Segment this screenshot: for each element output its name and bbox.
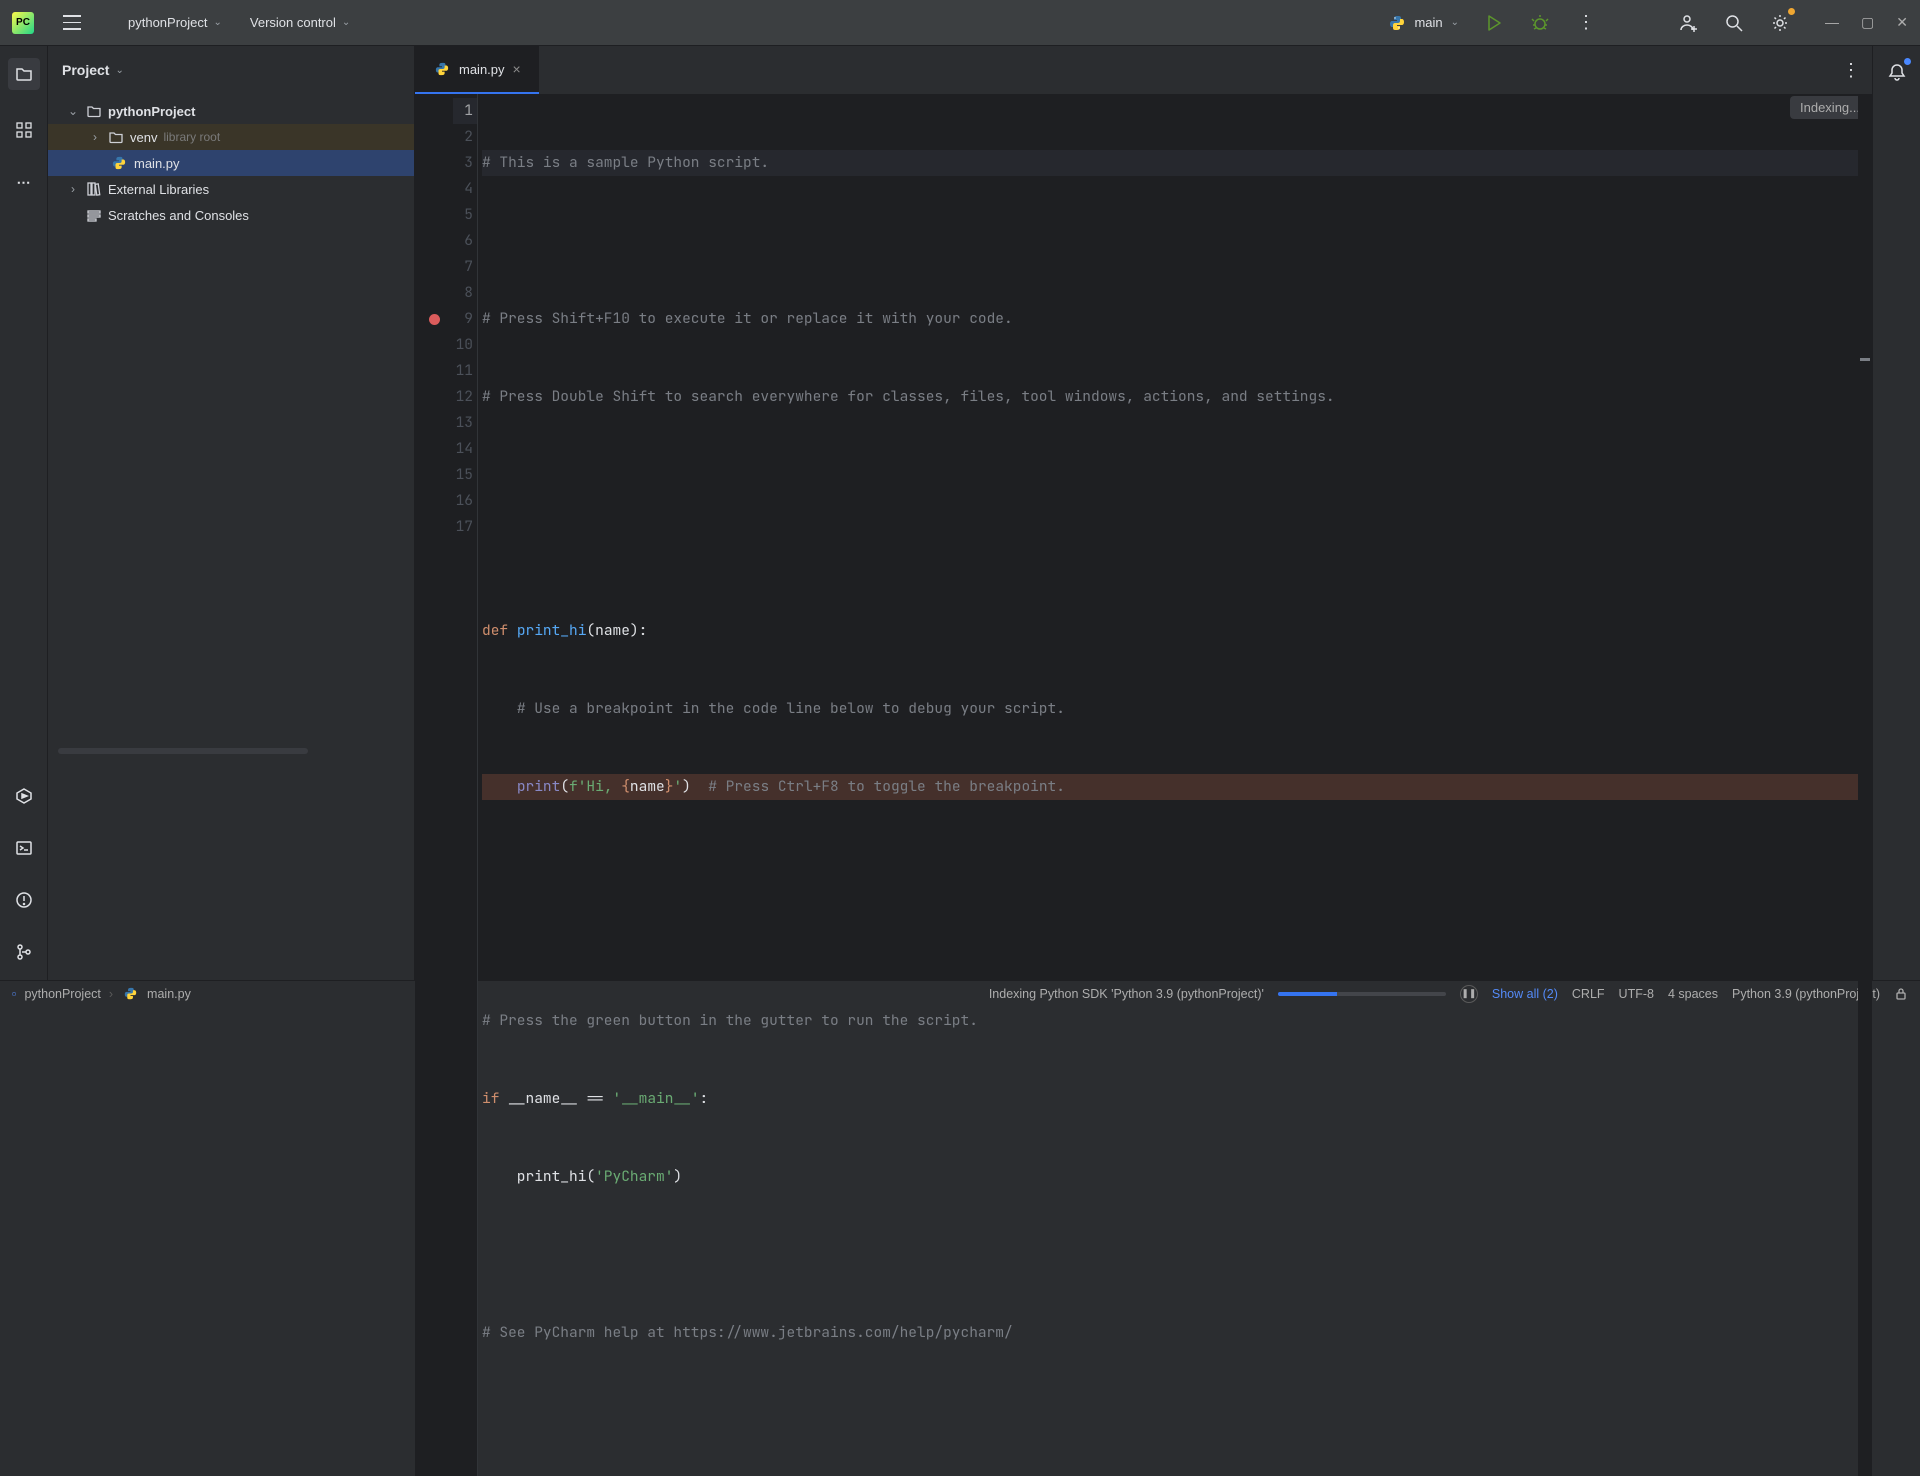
python-icon	[433, 60, 451, 78]
tree-main-py-file[interactable]: main.py	[48, 150, 414, 176]
line-numbers-gutter[interactable]: 1 2 3 4 5 6 7 8 9 10 11 12 13 14 15 16 1…	[453, 94, 478, 1476]
run-button[interactable]	[1479, 8, 1509, 38]
breadcrumb-square-icon: ▫	[12, 987, 16, 1001]
chevron-down-icon: ⌄	[115, 65, 123, 76]
version-control-label: Version control	[250, 15, 336, 30]
run-config-name: main	[1414, 15, 1442, 30]
tree-venv-folder[interactable]: › venv library root	[48, 124, 414, 150]
navigation-breadcrumb[interactable]: ▫ pythonProject › main.py	[12, 985, 191, 1003]
code-with-me-button[interactable]	[1673, 8, 1703, 38]
python-icon	[110, 154, 128, 172]
project-tool-window: Project ⌄ ⌄ pythonProject › venv library…	[48, 46, 415, 980]
tree-venv-label: venv	[130, 130, 157, 145]
problems-tool-button[interactable]	[12, 888, 36, 912]
more-tool-windows-button[interactable]: ⋯	[12, 170, 36, 194]
search-everywhere-button[interactable]	[1719, 8, 1749, 38]
run-configuration-selector[interactable]: main ⌄	[1388, 14, 1463, 32]
version-control-tool-button[interactable]	[12, 940, 36, 964]
gutter-icons[interactable]	[415, 94, 453, 1476]
version-control-dropdown[interactable]: Version control ⌄	[240, 11, 360, 34]
tab-label: main.py	[459, 62, 505, 77]
tab-main-py[interactable]: main.py ×	[415, 46, 539, 94]
right-tool-stripe	[1872, 46, 1920, 980]
chevron-down-icon: ⌄	[1451, 17, 1459, 28]
left-tool-stripe: ⋯	[0, 46, 48, 980]
folder-icon	[86, 103, 102, 119]
breakpoint-marker[interactable]	[429, 314, 440, 325]
chevron-down-icon: ⌄	[342, 17, 350, 28]
project-panel-title: Project	[62, 62, 109, 78]
python-icon	[1388, 14, 1406, 32]
breadcrumb-project: pythonProject	[24, 987, 100, 1001]
more-actions-button[interactable]: ⋮	[1571, 8, 1601, 38]
project-panel-header[interactable]: Project ⌄	[48, 46, 414, 94]
terminal-tool-button[interactable]	[12, 836, 36, 860]
scratches-icon	[86, 207, 102, 223]
tree-scratches[interactable]: › Scratches and Consoles	[48, 202, 414, 228]
notifications-button[interactable]	[1885, 60, 1909, 84]
folder-icon	[108, 129, 124, 145]
overview-ruler[interactable]	[1858, 94, 1872, 1476]
tree-venv-note: library root	[163, 130, 220, 144]
tree-scratches-label: Scratches and Consoles	[108, 208, 249, 223]
editor-more-actions-button[interactable]: ⋮	[1842, 60, 1860, 81]
tree-root-label: pythonProject	[108, 104, 195, 119]
expand-icon[interactable]: ›	[88, 130, 102, 144]
python-icon	[121, 985, 139, 1003]
breadcrumb-separator-icon: ›	[109, 987, 113, 1001]
main-menu-icon[interactable]	[58, 9, 86, 37]
collapse-icon[interactable]: ⌄	[66, 104, 80, 118]
tree-external-libs-label: External Libraries	[108, 182, 209, 197]
editor-tabs: main.py × ⋮	[415, 46, 1872, 94]
breadcrumb-file: main.py	[147, 987, 191, 1001]
tree-external-libraries[interactable]: › External Libraries	[48, 176, 414, 202]
project-tree: ⌄ pythonProject › venv library root main…	[48, 94, 414, 232]
structure-tool-button[interactable]	[12, 118, 36, 142]
project-tool-button[interactable]	[8, 58, 40, 90]
debug-button[interactable]	[1525, 8, 1555, 38]
horizontal-scrollbar[interactable]	[58, 748, 308, 754]
close-window-button[interactable]: ✕	[1896, 14, 1908, 31]
maximize-window-button[interactable]: ▢	[1861, 14, 1874, 31]
minimize-window-button[interactable]: —	[1825, 14, 1839, 31]
titlebar: PC pythonProject ⌄ Version control ⌄ mai…	[0, 0, 1920, 46]
editor-area: main.py × ⋮ Indexing... 1 2 3 4 5 6 7 8 …	[415, 46, 1872, 980]
tree-project-root[interactable]: ⌄ pythonProject	[48, 98, 414, 124]
code-editor[interactable]: 1 2 3 4 5 6 7 8 9 10 11 12 13 14 15 16 1…	[415, 94, 1872, 1476]
readonly-lock-icon[interactable]	[1894, 987, 1908, 1001]
library-icon	[86, 181, 102, 197]
tree-main-py-label: main.py	[134, 156, 180, 171]
project-name-label: pythonProject	[128, 15, 208, 30]
settings-button[interactable]	[1765, 8, 1795, 38]
expand-icon[interactable]: ›	[66, 182, 80, 196]
close-tab-button[interactable]: ×	[513, 61, 521, 77]
services-tool-button[interactable]	[12, 784, 36, 808]
code-content[interactable]: # This is a sample Python script. # Pres…	[478, 94, 1858, 1476]
project-dropdown[interactable]: pythonProject ⌄	[118, 11, 232, 34]
ide-logo: PC	[12, 12, 34, 34]
chevron-down-icon: ⌄	[214, 17, 222, 28]
